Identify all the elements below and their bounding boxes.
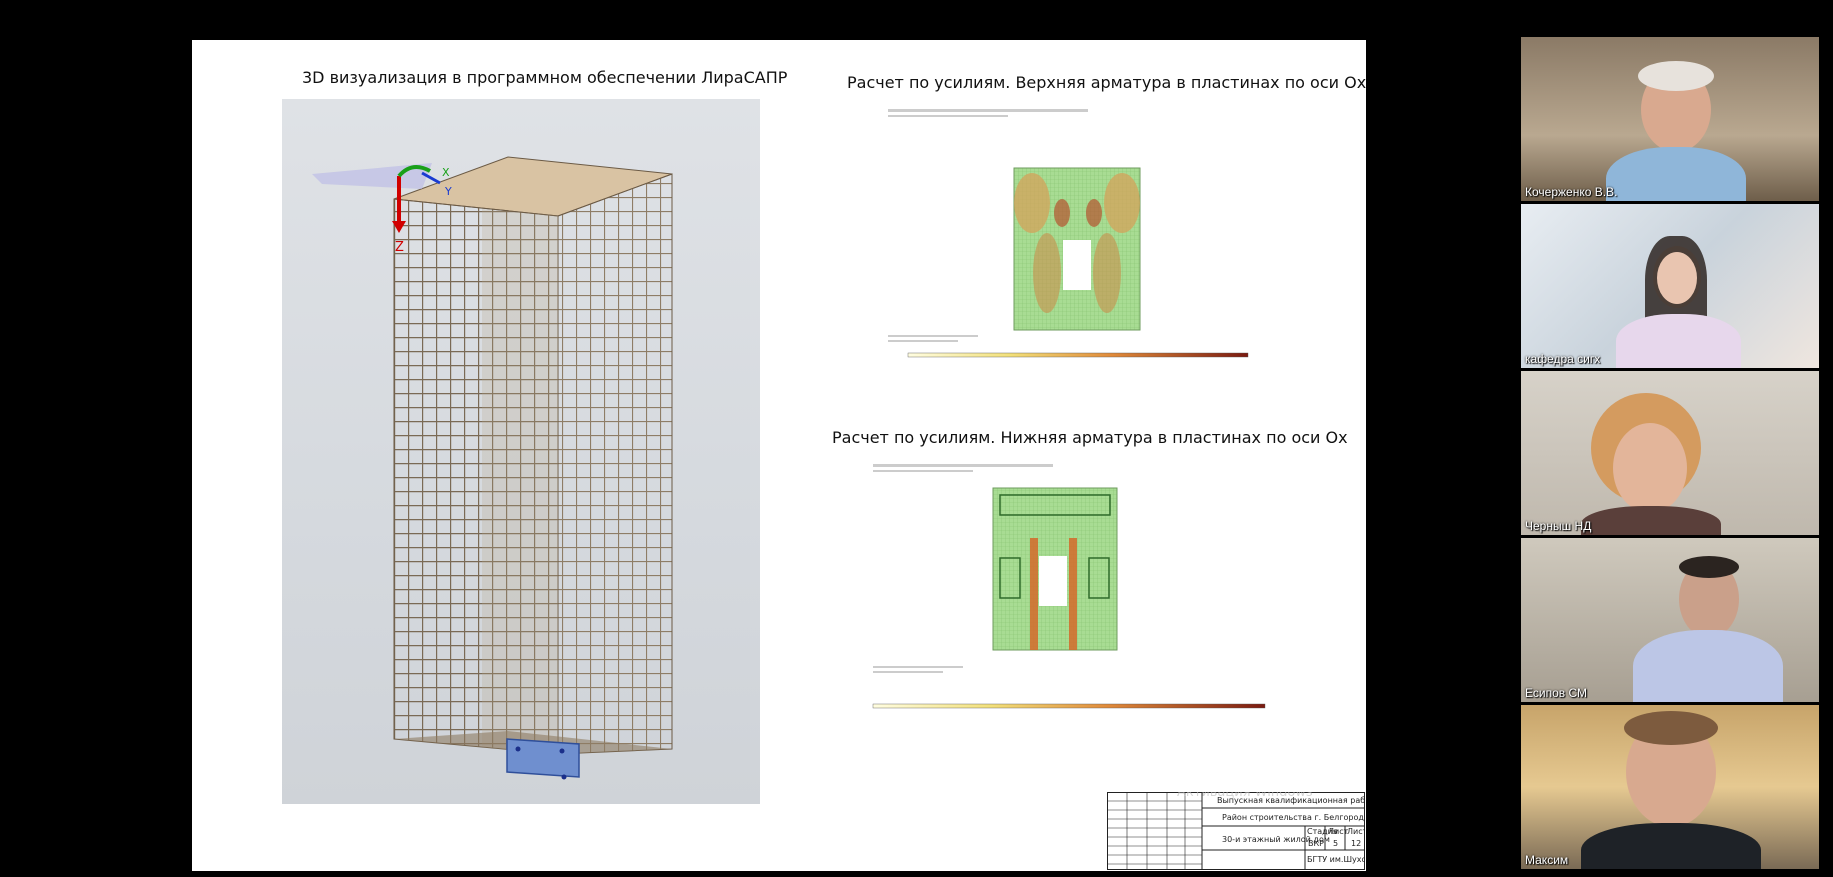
top-reinforcement-plot (882, 103, 1252, 368)
bottom-reinforcement-plot (857, 458, 1277, 720)
participant-name: Черныш НД (1525, 519, 1592, 533)
building-frame-drawing: X Y Z (312, 156, 673, 780)
stamp-sheets: 12 (1351, 839, 1361, 848)
slide-title-3d: 3D визуализация в программном обеспечени… (302, 68, 788, 87)
axis-label-y: Y (444, 185, 452, 198)
participant-name: Есипов СМ (1525, 686, 1587, 700)
participant-video-5[interactable]: Максим (1521, 705, 1819, 869)
drawing-title-block: Выпускная квалификационная работа Район … (1107, 785, 1443, 870)
windows-activation-watermark: Активация Windows (1177, 792, 1313, 800)
participant-name: кафедра сигх (1525, 352, 1601, 366)
stamp-line2: Район строительства г. Белгород (1222, 813, 1364, 822)
participant-name: Максим (1525, 853, 1569, 867)
stamp-sheet-label: Лист (1328, 827, 1349, 836)
presentation-slide: 3D визуализация в программном обеспечени… (192, 40, 1443, 871)
participant-video-1[interactable]: Кочерженко В.В. (1521, 37, 1819, 201)
participant-name: Кочерженко В.В. (1525, 185, 1618, 199)
participant-video-2[interactable]: кафедра сигх (1521, 204, 1819, 368)
participant-video-3[interactable]: Черныш НД (1521, 371, 1819, 535)
stamp-org: БГТУ им.Шухова, Кафедра СиГХ (1307, 855, 1365, 864)
slide-title-bottom-reinforcement: Расчет по усилиям. Нижняя арматура в пла… (832, 428, 1348, 447)
axis-label-x: X (442, 166, 450, 179)
3d-building-render: X Y Z (282, 99, 760, 804)
stamp-stage: ВКР (1308, 839, 1324, 848)
axis-label-z: Z (395, 240, 404, 255)
stamp-sheets-label: Листов (1347, 827, 1365, 836)
slide-title-top-reinforcement: Расчет по усилиям. Верхняя арматура в пл… (847, 73, 1367, 92)
stamp-sheet: 5 (1333, 839, 1338, 848)
participant-video-4[interactable]: Есипов СМ (1521, 538, 1819, 702)
